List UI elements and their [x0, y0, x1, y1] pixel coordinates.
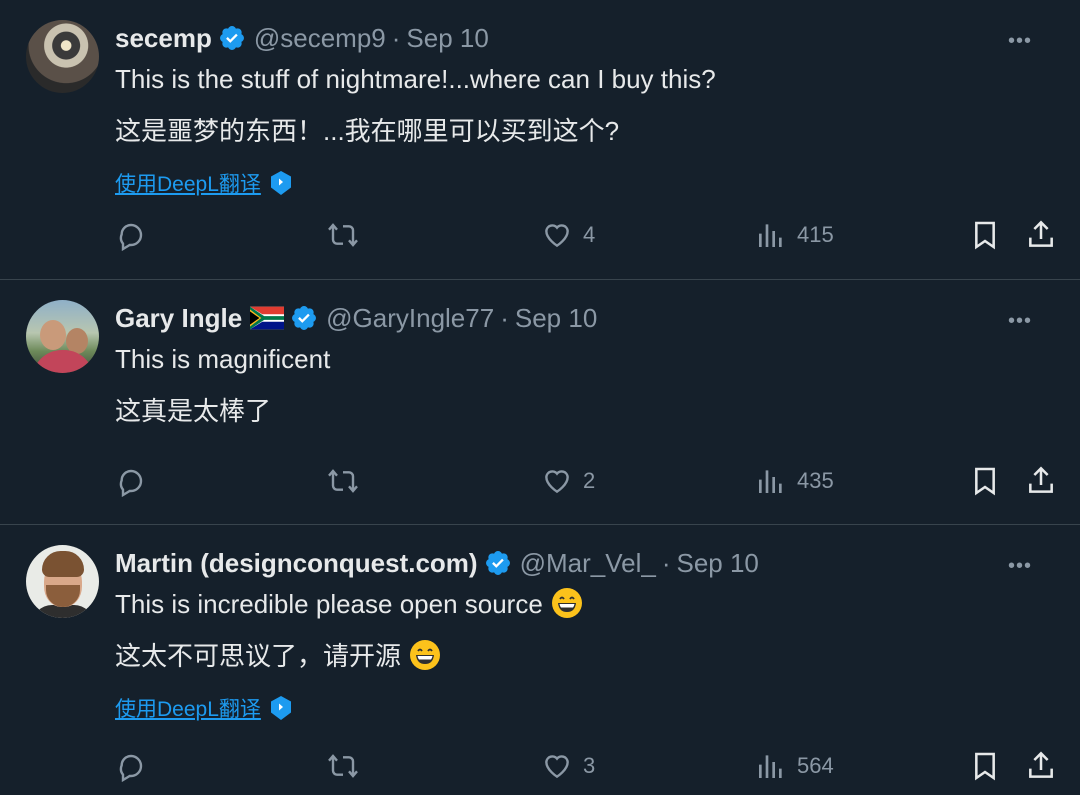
translate-link[interactable]: 使用DeepL翻译 — [115, 168, 293, 198]
retweet-icon — [328, 469, 358, 493]
separator-dot: · — [500, 302, 509, 333]
bookmark-button[interactable] — [969, 219, 1001, 251]
tweet[interactable]: Gary Ingle @GaryIngle77 · Sep 10 ••• Thi… — [0, 280, 1080, 525]
avatar[interactable] — [26, 545, 99, 618]
reply-icon — [119, 223, 143, 251]
retweet-icon — [328, 754, 358, 778]
view-count: 564 — [797, 753, 834, 778]
author-handle[interactable]: @Mar_Vel_ — [520, 548, 656, 579]
reply-button[interactable] — [115, 750, 147, 782]
tweet-header: Gary Ingle @GaryIngle77 · Sep 10 — [115, 300, 597, 336]
avatar[interactable] — [26, 20, 99, 93]
retweet-button[interactable] — [327, 750, 359, 782]
like-button[interactable]: 4 — [541, 219, 595, 251]
share-button[interactable] — [1025, 465, 1057, 497]
south-africa-flag-icon — [250, 306, 285, 330]
reply-button[interactable] — [115, 219, 147, 251]
view-count: 415 — [797, 222, 834, 247]
like-button[interactable]: 3 — [541, 750, 595, 782]
bookmark-icon — [975, 467, 995, 496]
heart-icon — [545, 470, 569, 494]
tweet-header: Martin (designconquest.com) @Mar_Vel_ · … — [115, 545, 759, 581]
translate-link[interactable]: 使用DeepL翻译 — [115, 693, 293, 723]
tweet-date[interactable]: Sep 10 — [515, 303, 597, 334]
tweet-text-translated: 这真是太棒了 — [115, 396, 272, 426]
more-options-icon[interactable]: ••• — [1008, 310, 1032, 333]
views-button[interactable]: 564 — [755, 750, 834, 782]
verified-badge-icon — [485, 551, 510, 575]
share-button[interactable] — [1025, 750, 1057, 782]
bookmark-button[interactable] — [969, 465, 1001, 497]
tweet-text-translated: 这太不可思议了，请开源 — [115, 641, 402, 671]
share-icon — [1029, 466, 1053, 493]
tweet-header: secemp @secemp9 · Sep 10 — [115, 20, 489, 56]
tweet-text-line: This is incredible please open source — [115, 587, 583, 621]
translate-label[interactable]: 使用DeepL翻译 — [115, 168, 261, 198]
bookmark-icon — [975, 752, 995, 781]
like-button[interactable]: 2 — [541, 465, 595, 497]
like-count: 4 — [583, 222, 596, 247]
author-name[interactable]: secemp — [115, 23, 212, 54]
deepl-icon — [270, 171, 291, 195]
view-count: 435 — [797, 468, 834, 493]
verified-badge-icon — [292, 306, 317, 330]
share-icon — [1029, 751, 1053, 778]
share-icon — [1029, 220, 1053, 247]
reply-icon — [119, 469, 143, 497]
bookmark-button[interactable] — [969, 750, 1001, 782]
like-count: 3 — [583, 753, 596, 778]
avatar[interactable] — [26, 300, 99, 373]
separator-dot: · — [661, 547, 671, 578]
retweet-button[interactable] — [327, 465, 359, 497]
views-button[interactable]: 415 — [755, 219, 834, 251]
views-button[interactable]: 435 — [755, 465, 834, 497]
author-name[interactable]: Gary Ingle — [115, 303, 242, 334]
bookmark-icon — [975, 221, 995, 250]
author-handle[interactable]: @GaryIngle77 — [326, 303, 494, 334]
action-bar: 2 435 — [115, 465, 1060, 505]
grinning-face-emoji — [410, 640, 441, 670]
tweet-text: This is magnificent — [115, 344, 331, 374]
separator-dot: · — [391, 22, 401, 53]
deepl-icon — [270, 696, 291, 720]
more-options-icon[interactable]: ••• — [1008, 555, 1032, 578]
tweet-text: This is incredible please open source — [115, 589, 543, 619]
like-count: 2 — [583, 468, 596, 493]
reply-button[interactable] — [115, 465, 147, 497]
translate-label[interactable]: 使用DeepL翻译 — [115, 693, 261, 723]
views-icon — [759, 224, 782, 247]
more-options-icon[interactable]: ••• — [1008, 30, 1032, 53]
views-icon — [759, 470, 782, 493]
tweet-text: This is the stuff of nightmare!...where … — [115, 64, 716, 94]
tweet-date[interactable]: Sep 10 — [676, 548, 758, 579]
tweet-date[interactable]: Sep 10 — [406, 23, 488, 54]
reply-icon — [119, 754, 143, 782]
author-name[interactable]: Martin (designconquest.com) — [115, 548, 478, 579]
verified-badge-icon — [219, 26, 244, 50]
heart-icon — [545, 755, 569, 779]
views-icon — [759, 755, 782, 778]
action-bar: 3 564 — [115, 750, 1060, 790]
retweet-button[interactable] — [327, 219, 359, 251]
heart-icon — [545, 224, 569, 248]
share-button[interactable] — [1025, 219, 1057, 251]
tweet[interactable]: secemp @secemp9 · Sep 10 ••• This is the… — [0, 0, 1080, 280]
grinning-face-emoji — [551, 588, 582, 618]
author-handle[interactable]: @secemp9 — [254, 23, 386, 54]
action-bar: 4 415 — [115, 219, 1060, 259]
tweet-text-translated: 这是噩梦的东西！...我在哪里可以买到这个? — [115, 116, 620, 146]
retweet-icon — [328, 223, 358, 247]
tweet[interactable]: Martin (designconquest.com) @Mar_Vel_ · … — [0, 525, 1080, 795]
tweet-text-line-translated: 这太不可思议了，请开源 — [115, 639, 441, 673]
